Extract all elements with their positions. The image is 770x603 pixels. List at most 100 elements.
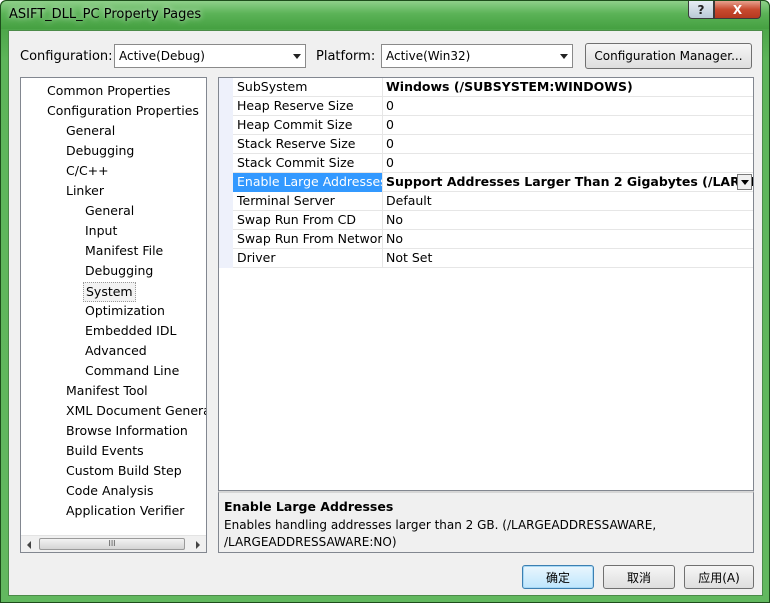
tree-item[interactable]: Application Verifier (64, 502, 186, 522)
configuration-manager-button[interactable]: Configuration Manager... (585, 43, 752, 69)
property-value[interactable]: Default (383, 192, 753, 211)
tree-item[interactable]: XML Document Generat (64, 402, 206, 422)
row-gutter (219, 249, 233, 268)
cancel-button[interactable]: 取消 (603, 565, 675, 589)
tree-item[interactable]: C/C++ (64, 162, 111, 182)
property-name[interactable]: Heap Reserve Size (233, 97, 383, 116)
platform-select[interactable]: Active(Win32) (381, 44, 573, 68)
property-value[interactable]: Not Set (383, 249, 753, 268)
close-icon: X (732, 2, 743, 17)
property-value[interactable]: Support Addresses Larger Than 2 Gigabyte… (383, 173, 753, 192)
tree-item[interactable]: Linker (64, 182, 106, 202)
property-name[interactable]: Heap Commit Size (233, 116, 383, 135)
help-button[interactable]: ? (688, 1, 714, 19)
scroll-thumb[interactable]: III (39, 538, 185, 550)
property-name[interactable]: Terminal Server (233, 192, 383, 211)
property-grid[interactable]: SubSystem Windows (/SUBSYSTEM:WINDOWS) Hea… (218, 77, 754, 491)
title-bar[interactable]: ASIFT_DLL_PC Property Pages ? X (1, 1, 769, 29)
property-row[interactable]: Swap Run From Network No (219, 230, 753, 249)
scroll-left-icon[interactable] (27, 541, 31, 549)
ok-label: 确定 (545, 570, 570, 585)
chevron-down-icon (293, 54, 301, 59)
property-value[interactable]: No (383, 211, 753, 230)
tree-item[interactable]: Debugging (83, 262, 155, 282)
property-row[interactable]: Driver Not Set (219, 249, 753, 268)
tree-item[interactable]: System (83, 282, 136, 302)
description-panel: Enable Large Addresses Enables handling … (218, 491, 754, 553)
tree-item[interactable]: Manifest File (83, 242, 165, 262)
property-value[interactable]: Windows (/SUBSYSTEM:WINDOWS) (383, 78, 753, 97)
window-title: ASIFT_DLL_PC Property Pages (9, 7, 202, 22)
tree-item[interactable]: Embedded IDL (83, 322, 178, 342)
property-row[interactable]: Heap Reserve Size 0 (219, 97, 753, 116)
tree-item[interactable]: Manifest Tool (64, 382, 150, 402)
property-value-text: No (386, 212, 403, 227)
dialog-client: Configuration: Active(Debug) Platform: A… (8, 30, 763, 596)
tree-item[interactable]: Input (83, 222, 119, 242)
property-name[interactable]: Stack Reserve Size (233, 135, 383, 154)
property-row[interactable]: Stack Commit Size 0 (219, 154, 753, 173)
row-gutter (219, 154, 233, 173)
tree-item[interactable]: Custom Build Step (64, 462, 184, 482)
ok-button[interactable]: 确定 (522, 565, 594, 589)
scroll-right-icon[interactable] (196, 541, 200, 549)
property-value-text: Not Set (386, 250, 433, 265)
close-button[interactable]: X (714, 1, 761, 19)
value-dropdown-button[interactable] (737, 174, 752, 190)
tree-item[interactable]: Code Analysis (64, 482, 155, 502)
property-value[interactable]: 0 (383, 116, 753, 135)
platform-label: Platform: (316, 49, 376, 64)
chevron-down-icon (560, 54, 568, 59)
property-row[interactable]: Stack Reserve Size 0 (219, 135, 753, 154)
property-value-text: 0 (386, 117, 394, 132)
configuration-select[interactable]: Active(Debug) (114, 44, 306, 68)
property-name[interactable]: SubSystem (233, 78, 383, 97)
row-gutter (219, 173, 233, 192)
configuration-value: Active(Debug) (119, 49, 205, 63)
property-name[interactable]: Enable Large Addresses (233, 173, 383, 192)
property-row[interactable]: SubSystem Windows (/SUBSYSTEM:WINDOWS) (219, 78, 753, 97)
property-value-text: 0 (386, 155, 394, 170)
property-row[interactable]: Terminal Server Default (219, 192, 753, 211)
category-tree[interactable]: Common Properties Configuration Propertie… (20, 77, 207, 553)
tree-item[interactable]: General (83, 202, 136, 222)
platform-value: Active(Win32) (386, 49, 471, 63)
row-gutter (219, 78, 233, 97)
tree-item[interactable]: Common Properties (45, 82, 172, 102)
property-name[interactable]: Swap Run From CD (233, 211, 383, 230)
property-value[interactable]: 0 (383, 135, 753, 154)
property-value-text: Windows (/SUBSYSTEM:WINDOWS) (386, 79, 633, 94)
property-name[interactable]: Swap Run From Network (233, 230, 383, 249)
tree-item[interactable]: Optimization (83, 302, 167, 322)
tree-item[interactable]: Debugging (64, 142, 136, 162)
dialog-window: ASIFT_DLL_PC Property Pages ? X Configur… (0, 0, 770, 603)
tree-item[interactable]: Build Events (64, 442, 146, 462)
tree-item[interactable]: Browse Information (64, 422, 190, 442)
property-row[interactable]: Enable Large Addresses Support Addresses … (219, 173, 753, 192)
property-value[interactable]: 0 (383, 154, 753, 173)
property-value-text: Support Addresses Larger Than 2 Gigabyte… (386, 174, 753, 189)
property-row[interactable]: Swap Run From CD No (219, 211, 753, 230)
cancel-label: 取消 (626, 570, 651, 585)
property-value-text: Default (386, 193, 432, 208)
row-gutter (219, 135, 233, 154)
apply-button[interactable]: 应用(A) (684, 565, 754, 589)
property-name[interactable]: Stack Commit Size (233, 154, 383, 173)
apply-label: 应用(A) (698, 570, 740, 585)
tree-horizontal-scrollbar[interactable]: III (21, 535, 206, 552)
property-row[interactable]: Heap Commit Size 0 (219, 116, 753, 135)
tree-item[interactable]: General (64, 122, 117, 142)
tree-item[interactable]: Advanced (83, 342, 149, 362)
row-gutter (219, 192, 233, 211)
row-gutter (219, 116, 233, 135)
property-name[interactable]: Driver (233, 249, 383, 268)
property-value[interactable]: 0 (383, 97, 753, 116)
tree-item[interactable]: Command Line (83, 362, 181, 382)
description-line-2: /LARGEADDRESSAWARE:NO) (224, 535, 397, 549)
tree-item[interactable]: Configuration Properties (45, 102, 201, 122)
help-icon: ? (697, 2, 705, 17)
property-value[interactable]: No (383, 230, 753, 249)
configuration-manager-label: Configuration Manager... (594, 49, 743, 63)
chevron-down-icon (741, 180, 749, 185)
row-gutter (219, 230, 233, 249)
